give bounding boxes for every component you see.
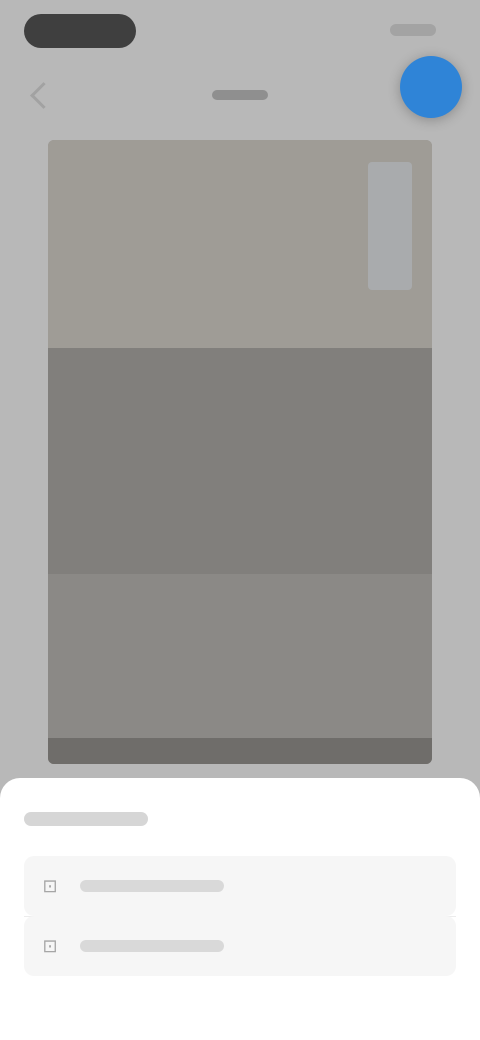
sheet-title (24, 808, 148, 828)
floating-action-button[interactable] (400, 56, 462, 118)
status-pill (24, 14, 136, 48)
option-label (80, 936, 240, 956)
document-preview[interactable] (48, 140, 432, 764)
sheet-option[interactable]: ⊡ (24, 856, 456, 916)
sheet-option[interactable]: ⊡ (24, 916, 456, 976)
preview-strip (368, 162, 412, 290)
close-icon[interactable] (432, 810, 450, 828)
preview-region (48, 348, 432, 574)
option-icon: ⊡ (42, 876, 58, 896)
bottom-sheet: ⊡ ⊡ (0, 778, 480, 1040)
preview-region (48, 574, 432, 764)
status-bar (0, 0, 480, 64)
status-indicators (390, 24, 436, 36)
option-label (80, 876, 240, 896)
action-icon (420, 76, 442, 98)
preview-footer (48, 738, 432, 764)
page-title (210, 86, 270, 104)
option-icon: ⊡ (42, 936, 58, 956)
